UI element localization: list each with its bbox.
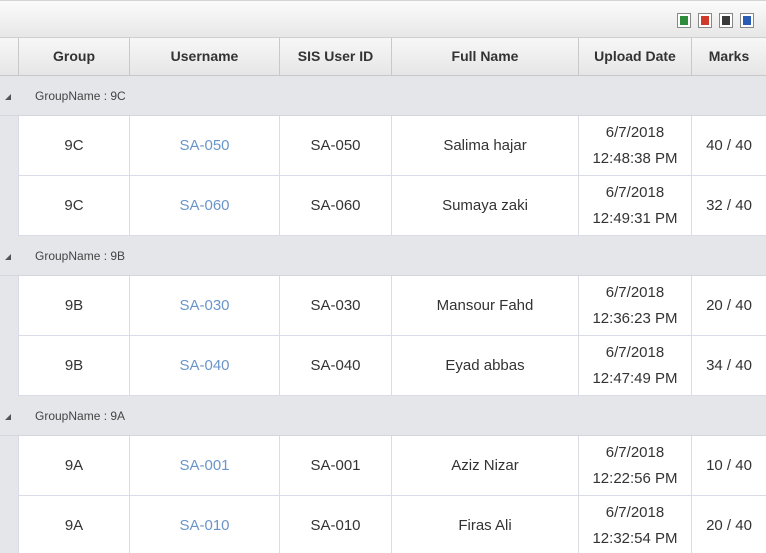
marks-cell: 20 / 40 [691, 276, 766, 335]
sis-user-id-cell: SA-040 [279, 336, 391, 395]
group-cell: 9C [18, 116, 129, 175]
upload-date-cell: 6/7/2018 12:22:56 PM [578, 436, 691, 495]
pdf-icon [701, 16, 709, 25]
upload-date: 6/7/2018 [605, 343, 665, 361]
upload-date: 6/7/2018 [605, 503, 665, 521]
row-indent [0, 336, 18, 396]
upload-time: 12:32:54 PM [592, 529, 678, 547]
sis-user-id-cell: SA-030 [279, 276, 391, 335]
excel-icon [680, 16, 688, 25]
group-cell: 9B [18, 336, 129, 395]
export-excel-button[interactable] [677, 13, 691, 28]
export-csv-button[interactable] [719, 13, 733, 28]
export-word-button[interactable] [740, 13, 754, 28]
marks-cell: 20 / 40 [691, 496, 766, 553]
username-link[interactable]: SA-010 [129, 496, 279, 553]
csv-icon [722, 16, 730, 25]
full-name-cell: Salima hajar [391, 116, 578, 175]
table-row: 9C SA-050 SA-050 Salima hajar 6/7/2018 1… [0, 116, 766, 176]
upload-date-cell: 6/7/2018 12:32:54 PM [578, 496, 691, 553]
upload-date-cell: 6/7/2018 12:48:38 PM [578, 116, 691, 175]
full-name-cell: Firas Ali [391, 496, 578, 553]
upload-time: 12:48:38 PM [592, 149, 678, 167]
sis-user-id-cell: SA-050 [279, 116, 391, 175]
table-row: 9B SA-030 SA-030 Mansour Fahd 6/7/2018 1… [0, 276, 766, 336]
column-header-marks[interactable]: Marks [691, 38, 766, 75]
header-indent [0, 38, 18, 75]
table-row: 9A SA-001 SA-001 Aziz Nizar 6/7/2018 12:… [0, 436, 766, 496]
export-pdf-button[interactable] [698, 13, 712, 28]
table-row: 9C SA-060 SA-060 Sumaya zaki 6/7/2018 12… [0, 176, 766, 236]
table-row: 9A SA-010 SA-010 Firas Ali 6/7/2018 12:3… [0, 496, 766, 553]
group-cell: 9C [18, 176, 129, 235]
group-label: GroupName : 9B [35, 249, 126, 263]
column-header-group[interactable]: Group [18, 38, 129, 75]
group-cell: 9A [18, 496, 129, 553]
upload-date: 6/7/2018 [605, 123, 665, 141]
marks-cell: 32 / 40 [691, 176, 766, 235]
upload-date: 6/7/2018 [605, 183, 665, 201]
column-header-full-name[interactable]: Full Name [391, 38, 578, 75]
username-link[interactable]: SA-030 [129, 276, 279, 335]
sis-user-id-cell: SA-060 [279, 176, 391, 235]
upload-date-cell: 6/7/2018 12:36:23 PM [578, 276, 691, 335]
collapse-caret-icon[interactable] [5, 414, 11, 420]
group-header-row[interactable]: GroupName : 9A [0, 396, 766, 436]
username-link[interactable]: SA-060 [129, 176, 279, 235]
full-name-cell: Sumaya zaki [391, 176, 578, 235]
username-link[interactable]: SA-001 [129, 436, 279, 495]
upload-time: 12:22:56 PM [592, 469, 678, 487]
group-cell: 9B [18, 276, 129, 335]
upload-date-cell: 6/7/2018 12:47:49 PM [578, 336, 691, 395]
full-name-cell: Eyad abbas [391, 336, 578, 395]
marks-cell: 34 / 40 [691, 336, 766, 395]
collapse-caret-icon[interactable] [5, 254, 11, 260]
full-name-cell: Aziz Nizar [391, 436, 578, 495]
upload-date: 6/7/2018 [605, 443, 665, 461]
collapse-caret-icon[interactable] [5, 94, 11, 100]
grades-grid: Group Username SIS User ID Full Name Upl… [0, 0, 766, 553]
sis-user-id-cell: SA-001 [279, 436, 391, 495]
upload-date: 6/7/2018 [605, 283, 665, 301]
group-cell: 9A [18, 436, 129, 495]
word-icon [743, 16, 751, 25]
row-indent [0, 116, 18, 176]
marks-cell: 10 / 40 [691, 436, 766, 495]
marks-cell: 40 / 40 [691, 116, 766, 175]
username-link[interactable]: SA-050 [129, 116, 279, 175]
group-label: GroupName : 9C [35, 89, 126, 103]
column-header-sis-user-id[interactable]: SIS User ID [279, 38, 391, 75]
row-indent [0, 436, 18, 496]
column-header-upload-date[interactable]: Upload Date [578, 38, 691, 75]
full-name-cell: Mansour Fahd [391, 276, 578, 335]
upload-time: 12:47:49 PM [592, 369, 678, 387]
sis-user-id-cell: SA-010 [279, 496, 391, 553]
grid-header: Group Username SIS User ID Full Name Upl… [0, 38, 766, 76]
column-header-username[interactable]: Username [129, 38, 279, 75]
group-label: GroupName : 9A [35, 409, 126, 423]
row-indent [0, 276, 18, 336]
row-indent [0, 496, 18, 553]
upload-time: 12:36:23 PM [592, 309, 678, 327]
upload-time: 12:49:31 PM [592, 209, 678, 227]
group-header-row[interactable]: GroupName : 9C [0, 76, 766, 116]
table-row: 9B SA-040 SA-040 Eyad abbas 6/7/2018 12:… [0, 336, 766, 396]
group-header-row[interactable]: GroupName : 9B [0, 236, 766, 276]
username-link[interactable]: SA-040 [129, 336, 279, 395]
grid-toolbar [0, 0, 766, 38]
upload-date-cell: 6/7/2018 12:49:31 PM [578, 176, 691, 235]
row-indent [0, 176, 18, 236]
